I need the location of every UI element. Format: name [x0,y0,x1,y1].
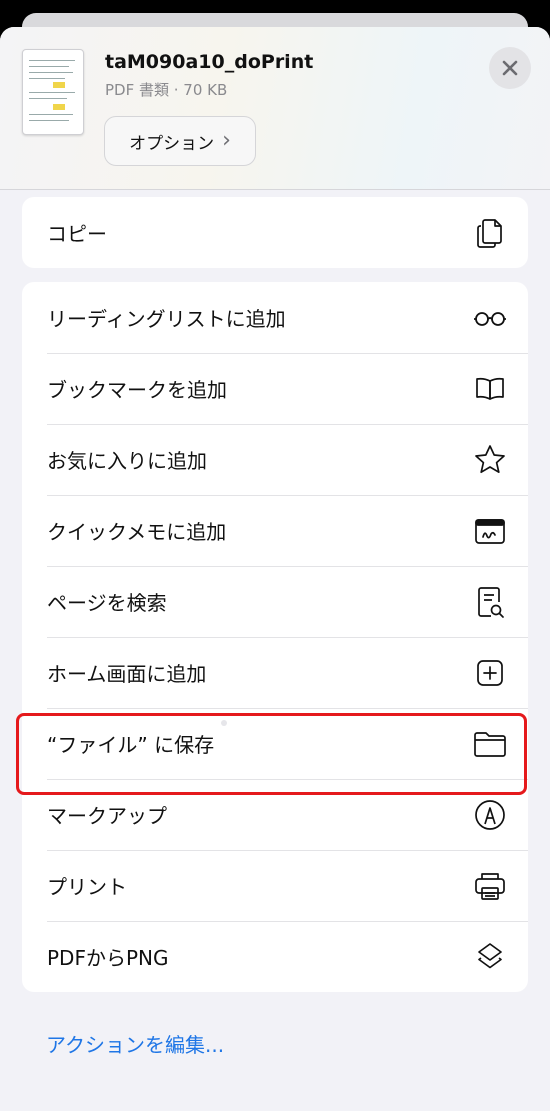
document-title: taM090a10_doPrint [105,51,314,73]
action-add-favorites[interactable]: お気に入りに追加 [22,424,528,495]
quick-note-icon [472,513,508,549]
document-thumbnail [22,49,84,135]
action-add-bookmark[interactable]: ブックマークを追加 [22,353,528,424]
action-markup[interactable]: マークアップ [22,779,528,850]
action-save-to-files[interactable]: “ファイル” に保存 [22,708,528,779]
copy-icon [472,215,508,251]
action-print[interactable]: プリント [22,850,528,921]
action-find-on-page[interactable]: ページを検索 [22,566,528,637]
action-label: PDFからPNG [47,946,169,970]
action-label: ホーム画面に追加 [47,662,207,686]
action-label: ページを検索 [47,591,167,615]
options-button[interactable]: オプション › [104,116,256,166]
action-label: “ファイル” に保存 [47,733,215,757]
action-label: プリント [47,875,127,899]
shortcuts-icon [472,939,508,975]
action-label: マークアップ [47,804,167,828]
markup-icon [472,797,508,833]
close-button[interactable] [489,47,531,89]
action-label: クイックメモに追加 [47,520,227,544]
action-add-home-screen[interactable]: ホーム画面に追加 [22,637,528,708]
share-sheet: taM090a10_doPrint PDF 書類 · 70 KB オプション ›… [0,27,550,1111]
find-in-page-icon [472,584,508,620]
action-label: お気に入りに追加 [47,449,207,473]
action-label: ブックマークを追加 [47,378,227,402]
glasses-icon [472,300,508,336]
action-pdf-to-png[interactable]: PDFからPNG [22,921,528,992]
star-icon [472,442,508,478]
action-reading-list[interactable]: リーディングリストに追加 [22,282,528,353]
book-icon [472,371,508,407]
printer-icon [472,868,508,904]
action-label: リーディングリストに追加 [47,307,286,331]
share-sheet-header: taM090a10_doPrint PDF 書類 · 70 KB オプション › [0,27,550,190]
action-group-main: リーディングリストに追加 ブックマークを追加 お気に入りに追加 クイックメモに追… [22,282,528,992]
scroll-indicator-dot [221,720,227,726]
action-copy[interactable]: コピー [22,197,528,268]
edit-actions-link[interactable]: アクションを編集... [46,1029,224,1058]
chevron-right-icon: › [222,128,231,153]
add-square-icon [472,655,508,691]
options-button-label: オプション [129,133,215,154]
action-group-copy: コピー [22,197,528,268]
action-label: コピー [47,222,107,246]
close-icon [502,60,518,76]
action-quick-note[interactable]: クイックメモに追加 [22,495,528,566]
document-subtitle: PDF 書類 · 70 KB [105,81,228,99]
folder-icon [472,726,508,762]
